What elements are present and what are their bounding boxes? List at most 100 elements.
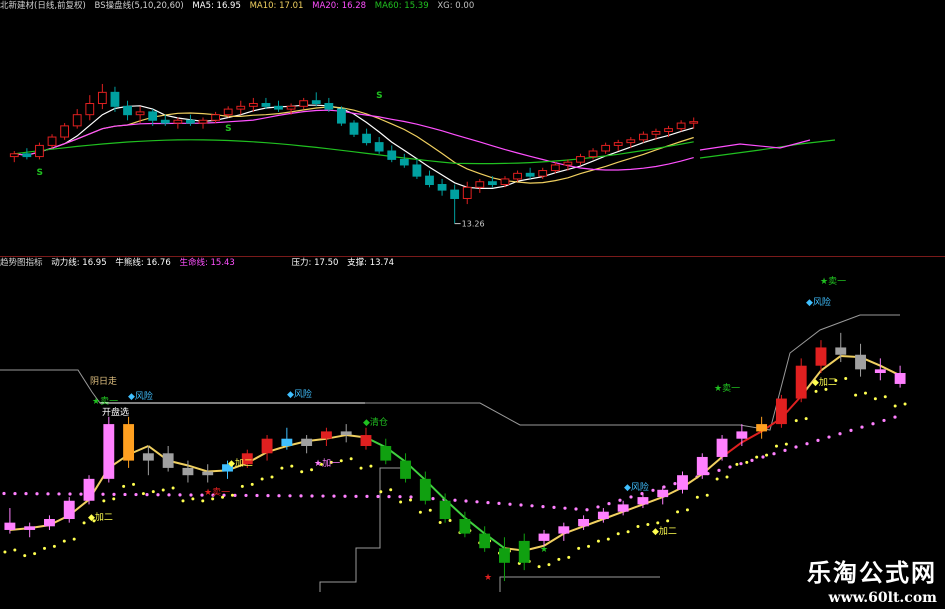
- support-dot: [646, 522, 650, 526]
- ma10-value: MA10: 17.01: [249, 1, 304, 11]
- candle-body: [160, 119, 170, 124]
- indicator-candle-body: [558, 526, 570, 534]
- support-dot: [893, 404, 897, 408]
- dongli-value: 动力线: 16.95: [51, 258, 107, 268]
- life-line-dot: [827, 435, 831, 439]
- xg-value: XG: 0.00: [437, 1, 475, 11]
- candle-body: [425, 175, 434, 186]
- candle-body: [274, 105, 283, 110]
- life-line-dot: [618, 498, 622, 502]
- indicator-title: 趋势图指标: [0, 258, 43, 268]
- indicator-candle-body: [597, 511, 609, 519]
- resistance-line: [0, 314, 900, 431]
- indicator-candle-body: [261, 438, 273, 454]
- support-dot: [676, 510, 680, 514]
- life-line-dot: [354, 494, 358, 498]
- life-line-dot: [717, 468, 721, 472]
- support-dot: [191, 497, 195, 501]
- support-dot: [794, 419, 798, 423]
- life-line-dot: [2, 491, 6, 496]
- stock-chart[interactable]: S S S 13.26 阴日走开盘选 ◆风险 ◆风险 ★卖一 ◆加二 ◆加二 ★卖一 ★加一 ◆清仓 ◆风…: [0, 0, 945, 609]
- life-line-dot: [838, 432, 842, 436]
- candle-body: [35, 144, 44, 158]
- indicator-candle-body: [459, 519, 471, 534]
- life-line-dot: [530, 504, 534, 508]
- life-line-dot: [24, 492, 28, 496]
- life-line-dot: [310, 494, 314, 498]
- indicator-candle-body: [123, 424, 135, 461]
- support-dot: [656, 521, 660, 525]
- candle-body: [311, 100, 321, 105]
- life-line-dot: [387, 494, 391, 499]
- life-line-dot: [585, 508, 589, 512]
- support-dot: [883, 395, 887, 399]
- candle-body: [626, 139, 636, 144]
- candle-body: [186, 119, 195, 124]
- support-dot: [804, 417, 808, 421]
- life-line-dot: [750, 458, 754, 462]
- top-panel-header: 北新建材(日线,前复权) BS操盘线(5,10,20,60) MA5: 16.9…: [0, 0, 480, 12]
- life-line-dot: [486, 500, 490, 505]
- candle-body: [261, 103, 271, 107]
- support-dot: [349, 457, 353, 461]
- life-line-dot: [816, 438, 820, 442]
- support-dot: [290, 464, 294, 468]
- s-marker: S: [225, 124, 231, 134]
- support-dot: [62, 539, 66, 543]
- ma20-extension-line: [699, 139, 811, 151]
- support-dot: [389, 488, 393, 492]
- candle-body: [437, 184, 447, 191]
- signal-annotation: ★卖一: [820, 276, 846, 287]
- watermark-url: www.60lt.com: [828, 590, 937, 606]
- support-dot: [399, 500, 403, 504]
- candle-body: [601, 144, 611, 152]
- life-line-dot: [167, 493, 171, 497]
- support-dot: [587, 544, 591, 548]
- ma10-line: [14, 106, 694, 184]
- candle-body: [588, 150, 598, 158]
- support-dot: [567, 555, 571, 559]
- indicator-candle-body: [360, 435, 372, 446]
- indicator-candle-body: [578, 519, 590, 527]
- candle-body: [22, 153, 32, 158]
- signal-annotation: ◆加二: [88, 512, 113, 523]
- ma5-value: MA5: 16.95: [192, 1, 241, 11]
- indicator-candle-body: [24, 526, 36, 530]
- support-dot: [122, 484, 126, 488]
- support-dot: [112, 497, 116, 501]
- indicator-candle-body: [301, 438, 313, 446]
- support-dot: [537, 565, 541, 569]
- indicator-candle-body: [894, 373, 906, 384]
- candle-body: [362, 133, 371, 144]
- support-dot: [666, 519, 670, 523]
- candle-body: [487, 181, 497, 186]
- support-dot: [72, 537, 76, 541]
- candle-body: [148, 111, 158, 121]
- indicator-candle-body: [657, 489, 669, 498]
- life-line-dot: [79, 492, 83, 496]
- indicator-candle-body: [637, 497, 649, 505]
- life-line-dot: [574, 507, 578, 511]
- candle-body: [173, 119, 183, 124]
- support-dot: [230, 493, 234, 497]
- life-line-dot: [431, 497, 435, 501]
- signal-annotation: ◆风险: [806, 296, 831, 308]
- indicator-candle-body: [400, 460, 411, 479]
- support-dot: [844, 376, 848, 380]
- support-dot: [557, 557, 561, 561]
- life-line-dot: [673, 482, 677, 486]
- life-line-dot: [596, 505, 600, 509]
- candle-body: [450, 189, 460, 199]
- candle-body: [638, 133, 648, 141]
- candle-body: [412, 164, 422, 177]
- support-dot: [369, 464, 373, 468]
- indicator-candle-body: [340, 431, 352, 436]
- support-dot: [448, 518, 452, 522]
- indicator-candle-body: [499, 548, 510, 563]
- indicator-name: BS操盘线(5,10,20,60): [94, 1, 184, 11]
- signal-annotation: ◆风险: [128, 390, 153, 402]
- support-dot: [408, 498, 412, 502]
- candle-body: [513, 172, 522, 180]
- signal-annotation: ★卖一: [92, 396, 118, 407]
- candle-body: [337, 108, 346, 124]
